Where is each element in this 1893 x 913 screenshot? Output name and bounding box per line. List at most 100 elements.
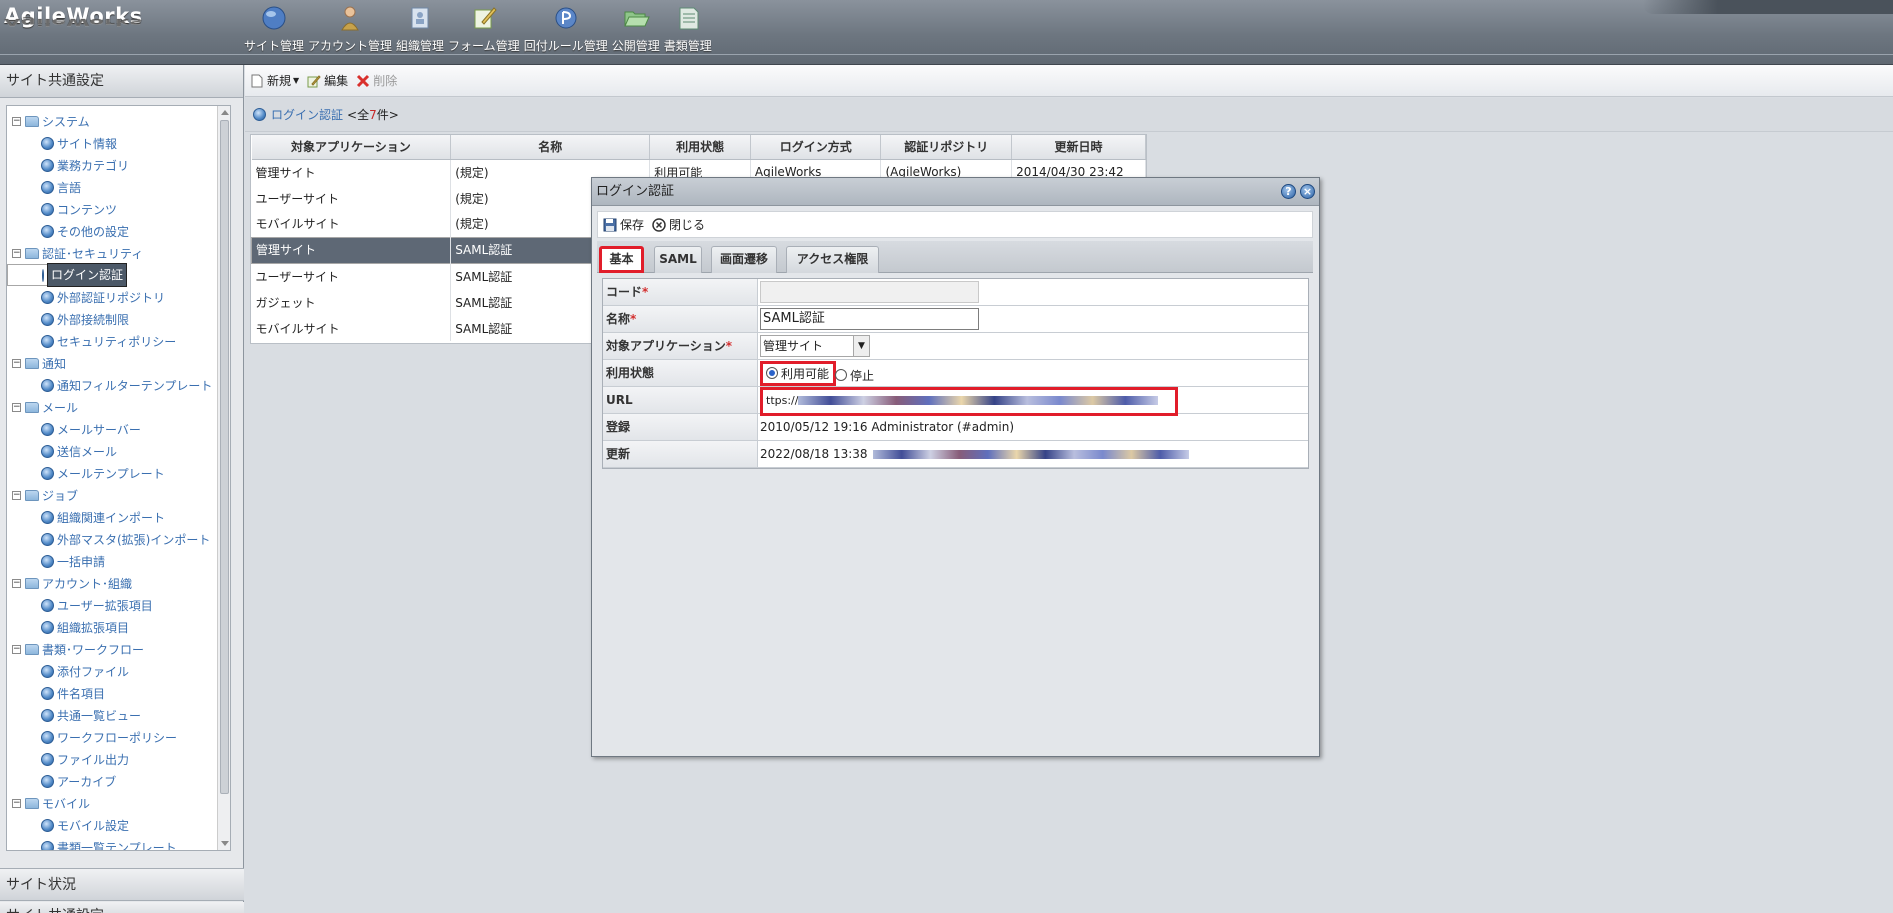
tree-item[interactable]: セキュリティポリシー: [7, 330, 216, 352]
tree-item[interactable]: コンテンツ: [7, 198, 216, 220]
nav-route-rule-management[interactable]: 回付ルール管理: [524, 4, 608, 54]
collapse-toggle-icon[interactable]: −: [12, 798, 21, 808]
tree-category[interactable]: − 認証･セキュリティ: [7, 242, 216, 264]
tree-label[interactable]: ファイル出力: [57, 751, 129, 768]
nav-account-management[interactable]: アカウント管理: [308, 4, 392, 54]
collapse-toggle-icon[interactable]: −: [12, 578, 21, 588]
sidebar-title[interactable]: サイト共通設定: [0, 65, 243, 98]
tree-label[interactable]: メールテンプレート: [57, 465, 165, 482]
tree-label[interactable]: その他の設定: [57, 223, 129, 240]
collapse-toggle-icon[interactable]: −: [12, 402, 21, 412]
tree-item[interactable]: 書類一覧テンプレート: [7, 836, 216, 851]
tree-item[interactable]: メールテンプレート: [7, 462, 216, 484]
dropdown-arrow-icon[interactable]: ▼: [853, 336, 869, 356]
collapse-toggle-icon[interactable]: −: [12, 116, 21, 126]
tree-item[interactable]: 外部認証リポジトリ: [7, 286, 216, 308]
tab-basic[interactable]: 基本: [599, 246, 644, 273]
tree-label[interactable]: モバイル設定: [57, 817, 129, 834]
collapse-toggle-icon[interactable]: −: [12, 358, 21, 368]
tree-category[interactable]: − システム: [7, 110, 216, 132]
column-header[interactable]: 更新日時: [1011, 135, 1146, 160]
tree-category[interactable]: − メール: [7, 396, 216, 418]
sidebar-section-site-status[interactable]: サイト状況: [0, 868, 244, 901]
tree-label[interactable]: 組織関連インポート: [57, 509, 165, 526]
tree-item[interactable]: 外部マスタ(拡張)インポート: [7, 528, 216, 550]
tree-item[interactable]: 外部接続制限: [7, 308, 216, 330]
save-button[interactable]: 保存: [603, 216, 644, 233]
tree-item[interactable]: ワークフローポリシー: [7, 726, 216, 748]
target-app-select[interactable]: 管理サイト ▼: [760, 335, 870, 357]
tree-label[interactable]: ワークフローポリシー: [57, 729, 177, 746]
tree-label[interactable]: 業務カテゴリ: [57, 157, 129, 174]
tree-label[interactable]: 共通一覧ビュー: [57, 707, 141, 724]
scroll-up-arrow-icon[interactable]: [221, 110, 229, 115]
nav-publish-management[interactable]: 公開管理: [612, 4, 660, 54]
collapse-toggle-icon[interactable]: −: [12, 644, 21, 654]
tree-label[interactable]: ジョブ: [42, 487, 78, 504]
tree-item[interactable]: アーカイブ: [7, 770, 216, 792]
sidebar-section-common-settings[interactable]: サイト共通設定: [0, 902, 244, 913]
tree-label[interactable]: 通知フィルターテンプレート: [57, 377, 212, 394]
dialog-titlebar[interactable]: ログイン認証 ? ×: [592, 178, 1319, 206]
tree-item[interactable]: 言語: [7, 176, 216, 198]
tree-item[interactable]: 送信メール: [7, 440, 216, 462]
tree-category[interactable]: − ジョブ: [7, 484, 216, 506]
tree-category[interactable]: − アカウント･組織: [7, 572, 216, 594]
sidebar-scrollbar[interactable]: [217, 106, 230, 850]
column-header[interactable]: ログイン方式: [750, 135, 882, 160]
radio-stopped[interactable]: 停止: [835, 367, 874, 384]
nav-document-management[interactable]: 書類管理: [664, 4, 712, 54]
tree-item[interactable]: ログイン認証: [7, 263, 128, 287]
tree-item[interactable]: 組織関連インポート: [7, 506, 216, 528]
tree-category[interactable]: − モバイル: [7, 792, 216, 814]
tree-item[interactable]: ファイル出力: [7, 748, 216, 770]
tree-label[interactable]: サイト情報: [57, 135, 117, 152]
tree-item[interactable]: 共通一覧ビュー: [7, 704, 216, 726]
tree-category[interactable]: − 通知: [7, 352, 216, 374]
tree-label[interactable]: 認証･セキュリティ: [42, 245, 143, 262]
collapse-toggle-icon[interactable]: −: [12, 490, 21, 500]
tree-label[interactable]: 書類･ワークフロー: [42, 641, 144, 658]
tree-item[interactable]: その他の設定: [7, 220, 216, 242]
tree-label[interactable]: ログイン認証: [47, 263, 128, 287]
tab-access-rights[interactable]: アクセス権限: [786, 246, 879, 273]
tree-item[interactable]: 添付ファイル: [7, 660, 216, 682]
tree-label[interactable]: 外部接続制限: [57, 311, 129, 328]
tree-item[interactable]: ユーザー拡張項目: [7, 594, 216, 616]
tree-label[interactable]: 一括申請: [57, 553, 105, 570]
close-button[interactable]: 閉じる: [652, 216, 705, 233]
nav-form-management[interactable]: フォーム管理: [448, 4, 520, 54]
tree-label[interactable]: モバイル: [42, 795, 90, 812]
column-header[interactable]: 利用状態: [649, 135, 751, 160]
tree-item[interactable]: サイト情報: [7, 132, 216, 154]
tree-item[interactable]: 件名項目: [7, 682, 216, 704]
tree-category[interactable]: − 書類･ワークフロー: [7, 638, 216, 660]
tab-screen-transition[interactable]: 画面遷移: [711, 246, 777, 273]
code-input[interactable]: [760, 281, 979, 303]
name-input[interactable]: SAML認証: [760, 308, 979, 330]
tree-item[interactable]: モバイル設定: [7, 814, 216, 836]
tree-item[interactable]: 組織拡張項目: [7, 616, 216, 638]
tree-label[interactable]: 通知: [42, 355, 66, 372]
help-icon[interactable]: ?: [1281, 184, 1296, 199]
tree-label[interactable]: システム: [42, 113, 90, 130]
tree-label[interactable]: ユーザー拡張項目: [57, 597, 153, 614]
tree-label[interactable]: アーカイブ: [57, 773, 116, 790]
scroll-down-arrow-icon[interactable]: [221, 841, 229, 846]
tree-label[interactable]: メールサーバー: [57, 421, 141, 438]
tree-item[interactable]: メールサーバー: [7, 418, 216, 440]
new-button[interactable]: 新規 ▼: [250, 72, 299, 89]
tab-saml[interactable]: SAML: [654, 246, 702, 273]
close-icon[interactable]: ×: [1300, 184, 1315, 199]
tree-label[interactable]: 送信メール: [57, 443, 117, 460]
tree-label[interactable]: アカウント･組織: [42, 575, 132, 592]
tree-item[interactable]: 通知フィルターテンプレート: [7, 374, 216, 396]
tree-label[interactable]: セキュリティポリシー: [57, 333, 176, 350]
collapse-toggle-icon[interactable]: −: [12, 248, 21, 258]
tree-item[interactable]: 一括申請: [7, 550, 216, 572]
tree-label[interactable]: コンテンツ: [57, 201, 117, 218]
tree-label[interactable]: 書類一覧テンプレート: [57, 839, 177, 851]
nav-organization-management[interactable]: 組織管理: [396, 4, 444, 54]
tree-label[interactable]: 組織拡張項目: [57, 619, 129, 636]
column-header[interactable]: 名称: [450, 135, 651, 160]
